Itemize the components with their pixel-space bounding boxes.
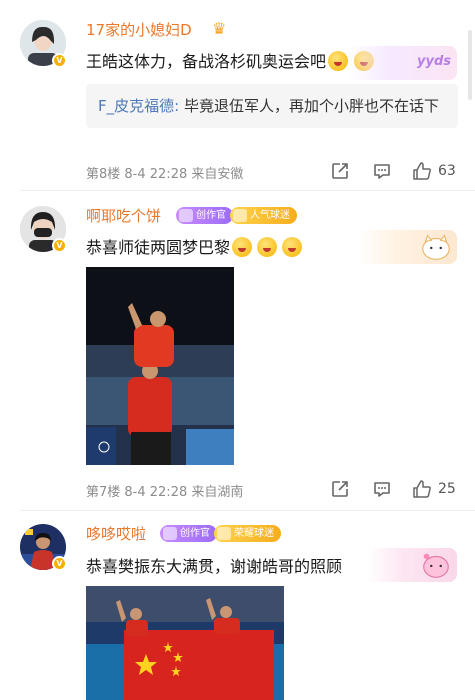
username[interactable]: 啊耶吃个饼 xyxy=(86,205,161,226)
fan-badge-label: 人气球迷 xyxy=(250,210,290,221)
creator-badge-label: 创作官 xyxy=(196,210,226,221)
comment-actions: 63 xyxy=(330,161,460,183)
comment-text-body: 恭喜樊振东大满贯，谢谢皓哥的照顾 xyxy=(86,557,343,576)
comment-sticker-decoration: yyds xyxy=(347,46,457,80)
fan-badge[interactable]: 人气球迷 xyxy=(230,207,297,224)
comment-meta: 第7楼 8-4 22:28 来自湖南 xyxy=(86,485,244,500)
fan-badge-label: 荣耀球迷 xyxy=(234,528,274,539)
comment-text-body: 王皓这体力，备战洛杉矶奥运会吧 xyxy=(86,52,327,71)
fan-badge-icon xyxy=(217,527,231,540)
comment-photo[interactable] xyxy=(86,267,234,465)
thumbs-up-icon[interactable] xyxy=(412,479,432,499)
like-count: 25 xyxy=(438,481,456,497)
comment-photo[interactable] xyxy=(86,586,284,700)
sticker-text: yyds xyxy=(417,54,451,69)
emoji-icon xyxy=(232,237,253,257)
comment-sticker-decoration xyxy=(357,230,457,264)
creator-badge-icon xyxy=(163,527,177,540)
emoji-icon xyxy=(282,237,303,257)
crown-icon: ♛ xyxy=(212,19,227,38)
comment-text: 王皓这体力，备战洛杉矶奥运会吧 xyxy=(86,48,375,72)
comment-meta: 第8楼 8-4 22:28 来自安徽 xyxy=(86,167,244,182)
fan-badge-icon xyxy=(233,209,247,222)
comment-text-body: 恭喜师徒两圆梦巴黎 xyxy=(86,238,231,257)
username[interactable]: 哆哆哎啦 xyxy=(86,523,146,544)
comment-text: 恭喜樊振东大满贯，谢谢皓哥的照顾 xyxy=(86,553,342,577)
username[interactable]: 17家的小媳妇D xyxy=(86,19,192,40)
comment-icon[interactable] xyxy=(372,161,392,181)
comment-sticker-decoration xyxy=(367,548,457,582)
creator-badge-icon xyxy=(179,209,193,222)
comment-text: 恭喜师徒两圆梦巴黎 xyxy=(86,234,303,258)
fan-badge[interactable]: 荣耀球迷 xyxy=(214,525,281,542)
cat-sticker-icon xyxy=(422,234,450,260)
comment-floor-8: V 17家的小媳妇D ♛ 王皓这体力，备战洛杉矶奥运会吧 yyds F_皮克福德… xyxy=(0,0,475,190)
reply-preview[interactable]: F_皮克福德: 毕竟退伍军人，再加个小胖也不在话下 xyxy=(86,84,458,128)
creator-badge[interactable]: 创作官 xyxy=(176,207,233,224)
creator-badge[interactable]: 创作官 xyxy=(160,525,217,542)
comment-floor-7: V 啊耶吃个饼 创作官 人气球迷 恭喜师徒两圆梦巴黎 第7楼 8-4 22:28… xyxy=(0,190,475,510)
reply-text: 毕竟退伍军人，再加个小胖也不在话下 xyxy=(179,97,439,115)
comment-actions: 25 xyxy=(330,479,460,501)
share-icon[interactable] xyxy=(330,161,350,181)
verified-badge-icon: V xyxy=(52,53,67,68)
verified-badge-icon: V xyxy=(52,238,67,253)
comment-icon[interactable] xyxy=(372,479,392,499)
pink-character-sticker-icon xyxy=(423,553,449,578)
emoji-icon xyxy=(328,51,349,71)
reply-username[interactable]: F_皮克福德: xyxy=(98,97,179,115)
comment-floor-6: V 哆哆哎啦 创作官 荣耀球迷 恭喜樊振东大满贯，谢谢皓哥的照顾 xyxy=(0,510,475,700)
share-icon[interactable] xyxy=(330,479,350,499)
emoji-icon xyxy=(257,237,278,257)
thumbs-up-icon[interactable] xyxy=(412,161,432,181)
like-count: 63 xyxy=(438,163,456,179)
creator-badge-label: 创作官 xyxy=(180,528,210,539)
verified-badge-icon: V xyxy=(52,556,67,571)
